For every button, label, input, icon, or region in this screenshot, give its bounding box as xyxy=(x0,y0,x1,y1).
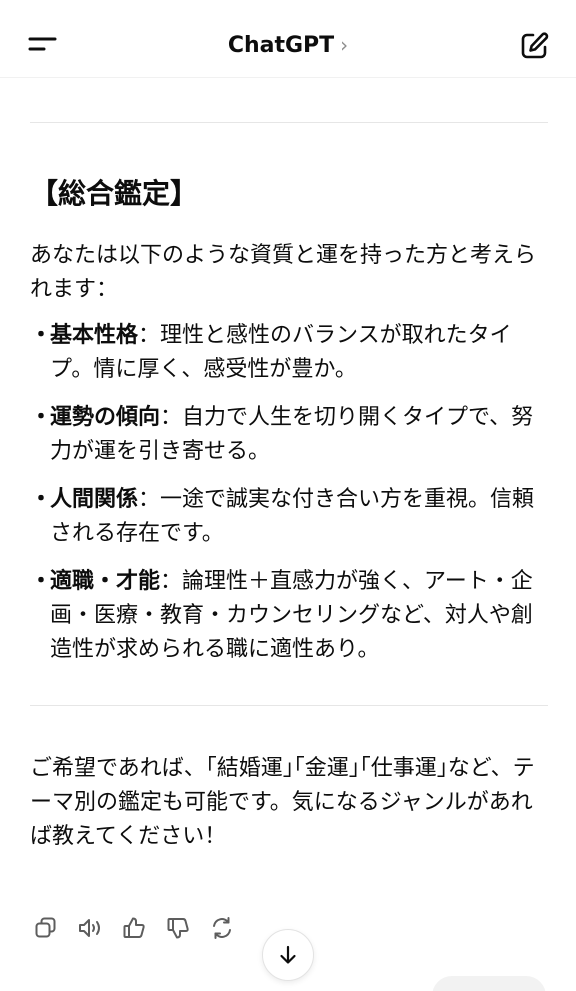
message-heading: 【総合鑑定】 xyxy=(30,177,199,210)
arrow-down-icon xyxy=(280,945,296,964)
list-item: ・運勢の傾向：自力で人生を切り開くタイプで、努力が運を引き寄せる。 xyxy=(30,401,548,469)
bullet-marker: ・ xyxy=(30,405,53,430)
app-title: ChatGPT xyxy=(227,33,335,58)
bullet-marker: ・ xyxy=(30,487,53,512)
item-term: 適職・才能 xyxy=(50,569,161,594)
speaker-icon xyxy=(79,919,100,937)
read-aloud-button[interactable] xyxy=(74,912,106,944)
item-term: 人間関係 xyxy=(50,487,139,512)
new-chat-button[interactable] xyxy=(518,30,550,62)
list-item: ・適職・才能：論理性＋直感力が強く、アート・企画・医療・教育・カウンセリングなど… xyxy=(30,565,548,667)
item-term: 基本性格 xyxy=(50,323,139,348)
bullet-marker: ・ xyxy=(30,569,53,594)
message-actions xyxy=(30,912,238,944)
closing-paragraph: ご希望であれば、｢結婚運｣｢金運｣｢仕事運｣など、テーマ別の鑑定も可能です。気に… xyxy=(30,756,535,849)
item-term: 運勢の傾向 xyxy=(50,405,161,430)
list-item: ・人間関係：一途で誠実な付き合い方を重視。信頼される存在です。 xyxy=(30,483,548,551)
regenerate-icon xyxy=(213,917,231,939)
reading-list: ・基本性格：理性と感性のバランスが取れたタイプ。情に厚く、感受性が豊か。 ・運勢… xyxy=(30,319,548,667)
copy-icon xyxy=(35,917,56,938)
compose-icon xyxy=(521,32,549,59)
intro-paragraph: あなたは以下のような資質と運を持った方と考えられます： xyxy=(30,243,537,302)
model-selector[interactable]: ChatGPT › xyxy=(0,30,576,61)
divider xyxy=(30,705,548,706)
good-response-button[interactable] xyxy=(118,912,150,944)
scroll-to-bottom-button[interactable] xyxy=(262,929,314,981)
regenerate-button[interactable] xyxy=(206,912,238,944)
thumbs-up-icon xyxy=(123,917,145,938)
thumbs-down-icon xyxy=(167,918,189,939)
assistant-message: 【総合鑑定】 あなたは以下のような資質と運を持った方と考えられます： ・基本性格… xyxy=(30,122,548,854)
composer-pill[interactable] xyxy=(432,976,546,991)
chevron-right-icon: › xyxy=(340,33,349,57)
top-bar: ChatGPT › xyxy=(0,0,576,78)
copy-button[interactable] xyxy=(30,912,62,944)
chat-app: ChatGPT › 【総合鑑定】 あなたは以下のような資質と運を持った方と考えられ… xyxy=(0,0,576,991)
divider xyxy=(30,122,548,123)
bullet-marker: ・ xyxy=(30,323,53,348)
bad-response-button[interactable] xyxy=(162,912,194,944)
list-item: ・基本性格：理性と感性のバランスが取れたタイプ。情に厚く、感受性が豊か。 xyxy=(30,319,548,387)
